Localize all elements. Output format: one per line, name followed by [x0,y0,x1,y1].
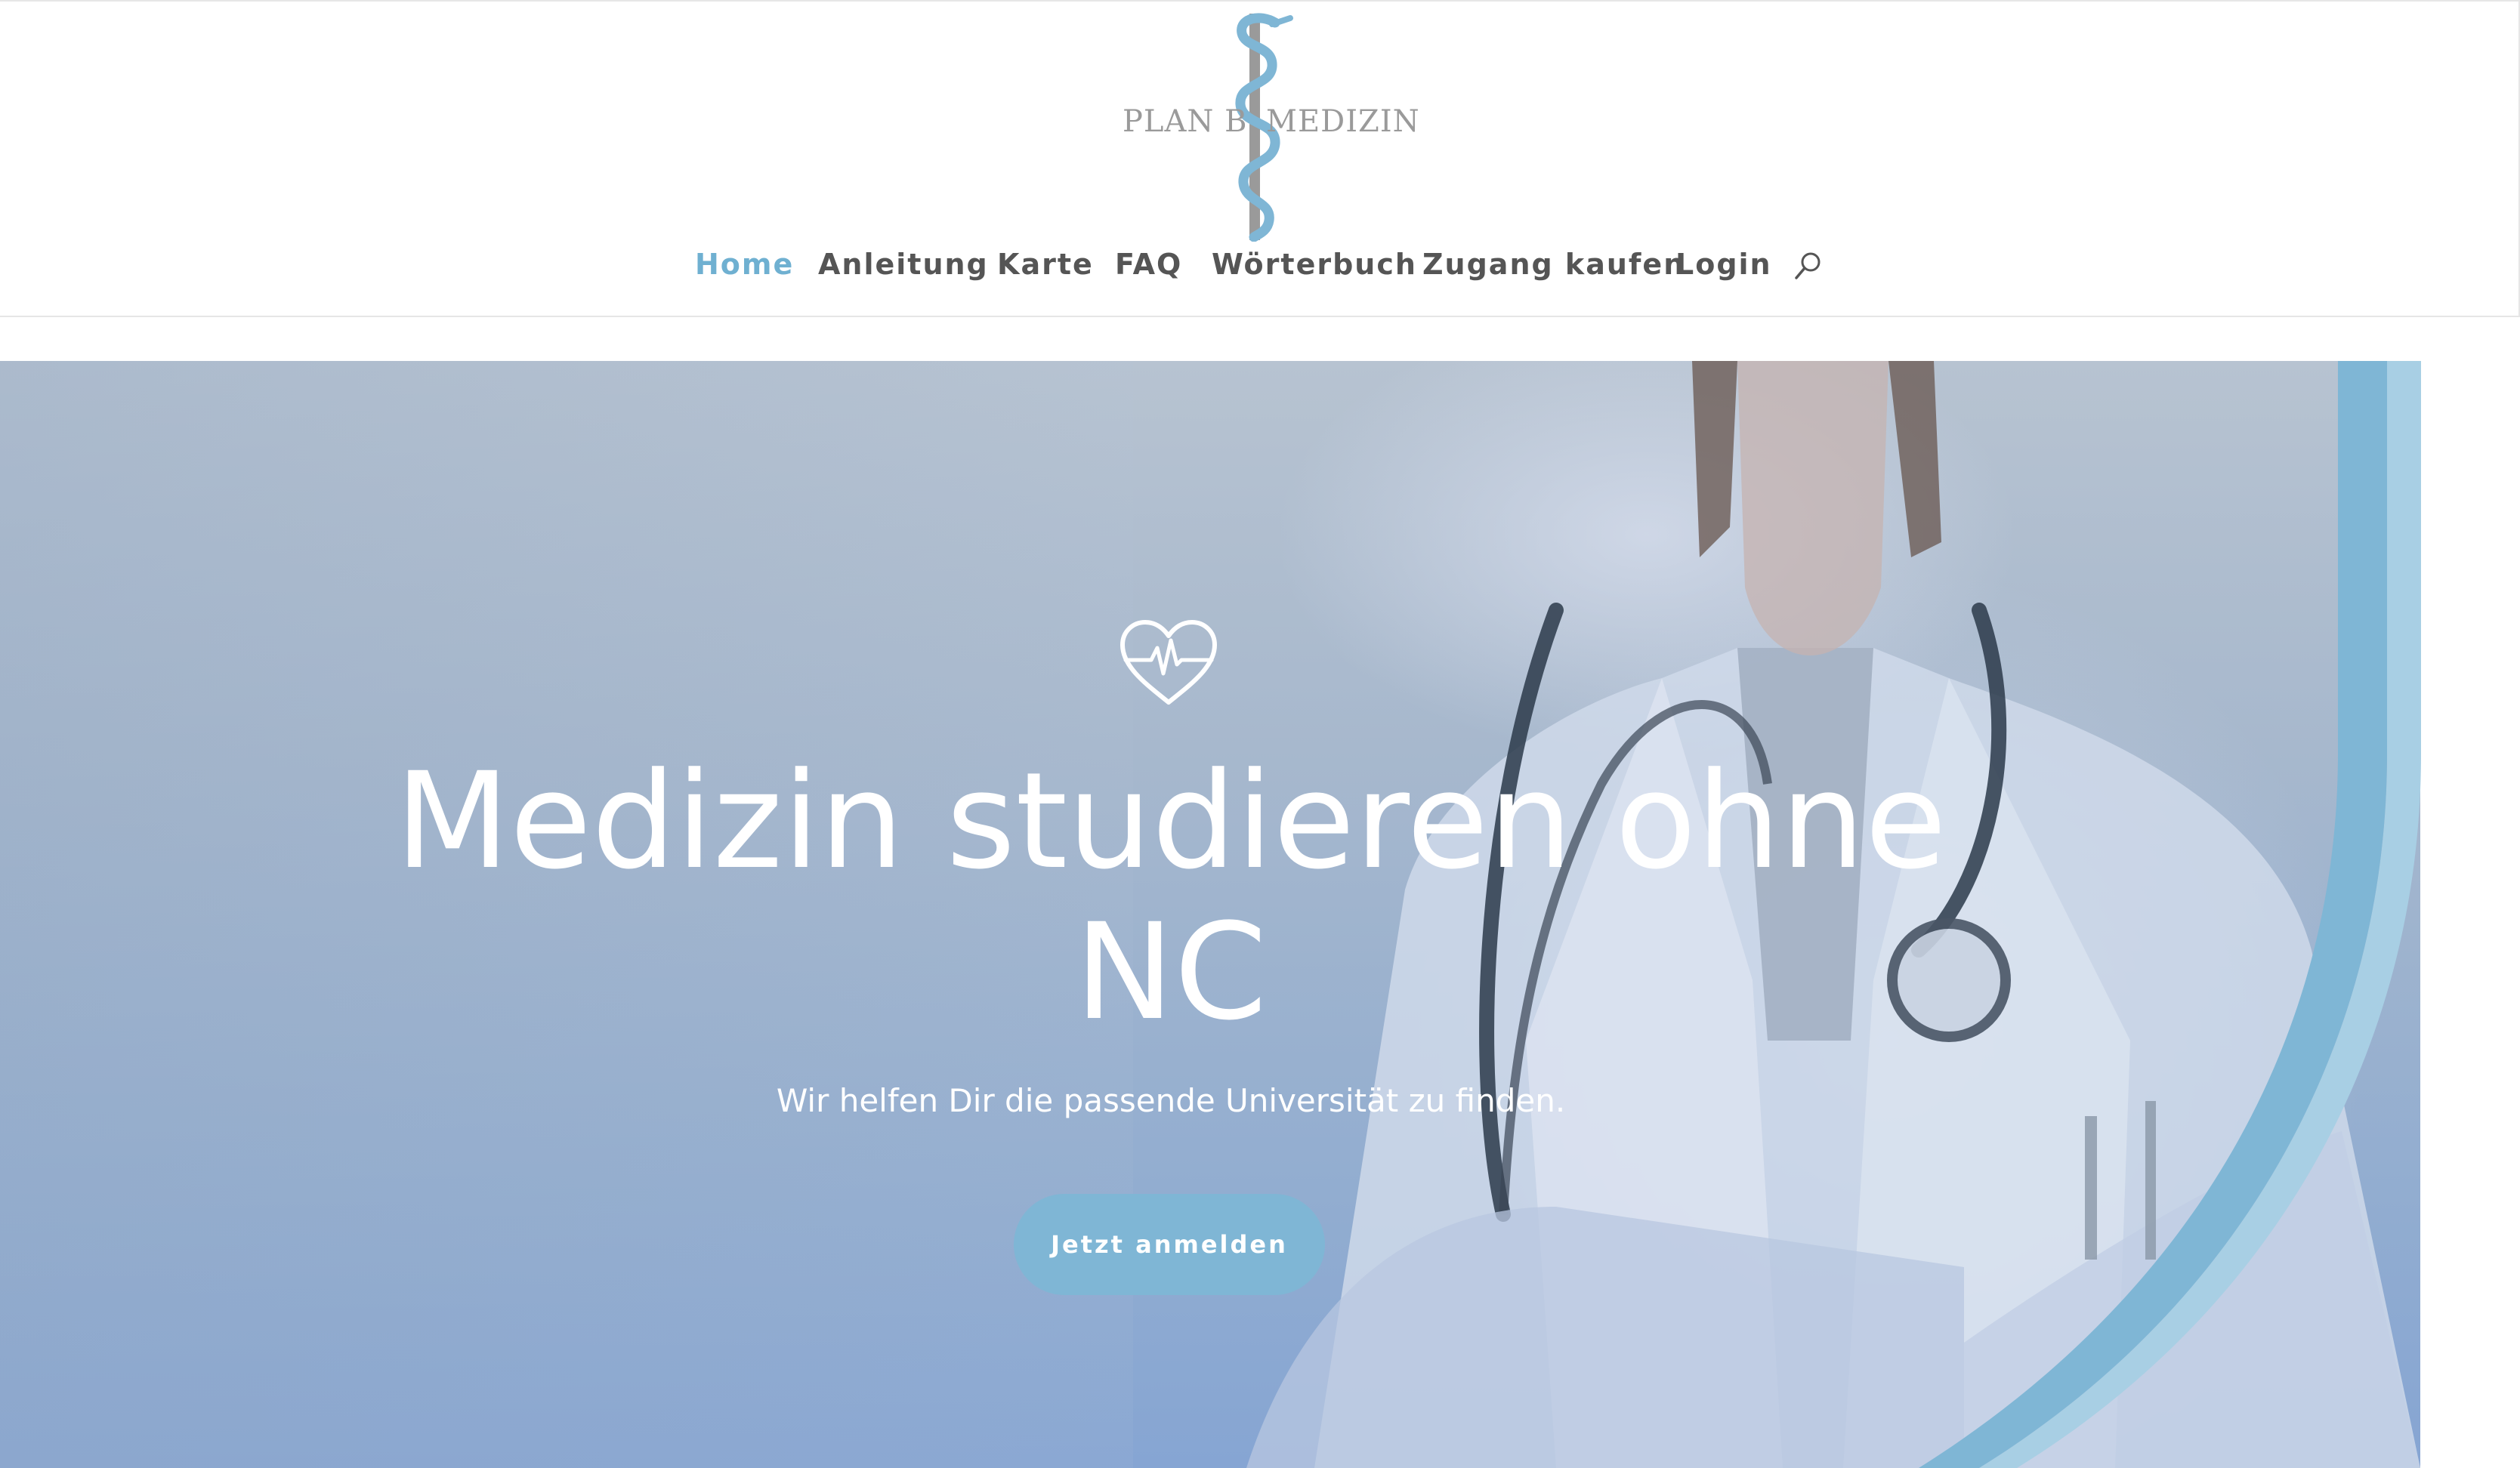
site-header: PLAN B MEDIZIN Home Anleitung Karte FAQ … [0,0,2520,317]
nav-item-karte[interactable]: Karte [997,242,1094,287]
nav-item-home[interactable]: Home [695,242,794,287]
nav-item-zugang-kaufen[interactable]: Zugang kaufen [1422,242,1685,287]
signup-button[interactable]: Jetzt anmelden [1014,1194,1325,1295]
decorative-arc [1919,361,2421,1468]
site-logo[interactable]: PLAN B MEDIZIN [1118,8,1419,242]
hero-title: Medizin studieren ohne NC [395,744,1947,1050]
nav-item-anleitung[interactable]: Anleitung [818,242,989,287]
nav-item-login[interactable]: Login [1675,242,1772,287]
logo-text-right: MEDIZIN [1266,104,1420,139]
nav-item-woerterbuch[interactable]: Wörterbuch [1212,242,1417,287]
nav-item-faq[interactable]: FAQ [1115,242,1182,287]
page: PLAN B MEDIZIN Home Anleitung Karte FAQ … [0,0,2520,1468]
heartbeat-icon [1120,620,1217,705]
hero-subtitle: Wir helfen Dir die passende Universität … [776,1082,1566,1119]
main-nav: Home Anleitung Karte FAQ Wörterbuch Zuga… [0,242,2520,287]
search-icon[interactable] [1793,251,1824,281]
logo-text-left: PLAN B [1123,104,1248,139]
